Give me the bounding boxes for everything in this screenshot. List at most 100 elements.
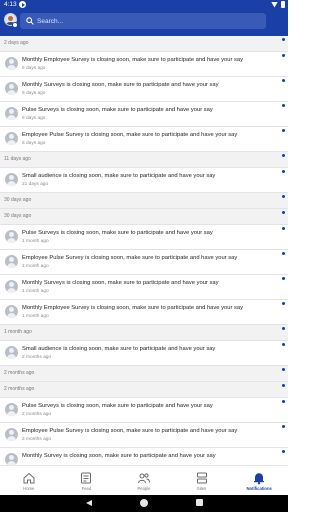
play-store-icon — [19, 1, 26, 8]
search-input[interactable] — [37, 14, 257, 28]
notification-message: Employee Pulse Survey is closing soon, m… — [22, 428, 238, 434]
notification-message: Monthly Employee Survey is closing soon,… — [22, 305, 244, 311]
status-time: 4:13 — [4, 1, 17, 8]
notification-item[interactable]: Employee Pulse Survey is closing soon, m… — [0, 423, 288, 448]
unread-dot — [282, 129, 285, 132]
people-icon — [137, 473, 150, 484]
notification-message: Pulse Surveys is closing soon, make sure… — [22, 107, 213, 113]
notification-message: Employee Pulse Survey is closing soon, m… — [22, 132, 238, 138]
unread-dot — [282, 277, 285, 280]
wifi-icon — [271, 1, 278, 8]
user-avatar-icon — [5, 57, 18, 70]
notification-message: Monthly Employee Survey is closing soon,… — [22, 57, 244, 63]
system-navigation-bar — [0, 495, 288, 512]
group-header: 11 days ago — [0, 152, 288, 168]
notification-time: 6 days ago — [22, 66, 46, 71]
notification-message: Pulse Surveys is closing soon, make sure… — [22, 230, 213, 236]
unread-dot — [282, 252, 285, 255]
unread-dot — [282, 368, 285, 371]
nav-home[interactable]: Home — [0, 466, 58, 495]
notification-time: 2 months ago — [22, 412, 52, 417]
notification-item[interactable]: Pulse Surveys is closing soon, make sure… — [0, 102, 288, 127]
unread-dot — [282, 302, 285, 305]
nav-feed[interactable]: Feed — [58, 466, 116, 495]
user-avatar-icon — [5, 280, 18, 293]
user-avatar-icon — [5, 346, 18, 359]
notification-time: 6 days ago — [22, 91, 46, 96]
notification-message: Small audience is closing soon, make sur… — [22, 346, 216, 352]
sites-icon — [196, 472, 207, 484]
notification-message: Small audience is closing soon, make sur… — [22, 173, 216, 179]
bottom-navigation: Home Feed People Sites Notifications — [0, 465, 288, 495]
nav-notifications[interactable]: Notifications — [230, 466, 288, 495]
avatar-status-badge — [12, 22, 18, 28]
notification-item[interactable]: Pulse Surveys is closing soon, make sure… — [0, 225, 288, 250]
nav-label: Home — [23, 486, 35, 491]
nav-label: Notifications — [246, 486, 272, 491]
bell-icon — [254, 473, 265, 485]
unread-dot — [282, 154, 285, 157]
notification-item[interactable]: Monthly Surveys is closing soon, make su… — [0, 77, 288, 102]
user-avatar-icon — [5, 403, 18, 416]
group-header-label: 2 days ago — [4, 40, 29, 46]
notification-time: 1 month ago — [22, 289, 49, 294]
notification-item[interactable]: Pulse Surveys is closing soon, make sure… — [0, 398, 288, 423]
group-header: 30 days ago — [0, 193, 288, 209]
notification-time: 21 days ago — [22, 182, 49, 187]
notification-time: 6 days ago — [22, 141, 46, 146]
group-header-label: 30 days ago — [4, 213, 32, 219]
group-header-label: 11 days ago — [4, 156, 31, 162]
user-avatar-icon — [5, 305, 18, 318]
notification-item[interactable]: Monthly Survey is closing soon, make sur… — [0, 448, 288, 465]
unread-dot — [282, 38, 285, 41]
notification-item[interactable]: Monthly Surveys is closing soon, make su… — [0, 275, 288, 300]
group-header: 1 month ago — [0, 325, 288, 341]
notification-item[interactable]: Small audience is closing soon, make sur… — [0, 341, 288, 366]
notification-item[interactable]: Monthly Employee Survey is closing soon,… — [0, 52, 288, 77]
notification-time: 1 month ago — [22, 239, 49, 244]
group-header-label: 30 days ago — [4, 197, 32, 203]
user-avatar-icon — [5, 107, 18, 120]
unread-dot — [282, 211, 285, 214]
notification-message: Pulse Surveys is closing soon, make sure… — [22, 403, 213, 409]
status-bar: 4:13 — [0, 0, 288, 10]
nav-label: Sites — [196, 486, 207, 491]
user-avatar-icon — [5, 82, 18, 95]
notification-list[interactable]: 2 days ago Monthly Employee Survey is clo… — [0, 36, 288, 465]
user-avatar-icon — [5, 230, 18, 243]
unread-dot — [282, 400, 285, 403]
unread-dot — [282, 170, 285, 173]
home-circle-icon[interactable] — [140, 499, 148, 507]
notification-message: Employee Pulse Survey is closing soon, m… — [22, 255, 238, 261]
back-icon[interactable] — [86, 500, 92, 506]
user-avatar-icon — [5, 428, 18, 441]
group-header: 2 months ago — [0, 366, 288, 382]
nav-label: People — [137, 486, 151, 491]
unread-dot — [282, 425, 285, 428]
group-header-label: 2 months ago — [4, 386, 35, 392]
nav-people[interactable]: People — [115, 466, 173, 495]
user-avatar-icon — [5, 453, 18, 465]
notification-message: Monthly Surveys is closing soon, make su… — [22, 280, 219, 286]
notification-time: 2 months ago — [22, 355, 52, 360]
nav-label: Feed — [81, 486, 92, 491]
recents-icon[interactable] — [196, 499, 203, 506]
unread-dot — [282, 384, 285, 387]
notification-time: 1 month ago — [22, 314, 49, 319]
battery-icon — [281, 1, 285, 8]
unread-dot — [282, 450, 285, 453]
notification-item[interactable]: Monthly Employee Survey is closing soon,… — [0, 300, 288, 325]
app-header — [0, 10, 288, 36]
notification-item[interactable]: Employee Pulse Survey is closing soon, m… — [0, 250, 288, 275]
unread-dot — [282, 79, 285, 82]
home-icon — [23, 472, 35, 484]
group-header: 2 months ago — [0, 382, 288, 398]
notification-item[interactable]: Employee Pulse Survey is closing soon, m… — [0, 127, 288, 152]
group-header-label: 1 month ago — [4, 329, 32, 335]
notification-time: 2 months ago — [22, 437, 52, 442]
notification-item[interactable]: Small audience is closing soon, make sur… — [0, 168, 288, 193]
notification-message: Monthly Survey is closing soon, make sur… — [22, 453, 216, 459]
nav-sites[interactable]: Sites — [173, 466, 231, 495]
unread-dot — [282, 227, 285, 230]
search-bar[interactable] — [20, 13, 266, 29]
